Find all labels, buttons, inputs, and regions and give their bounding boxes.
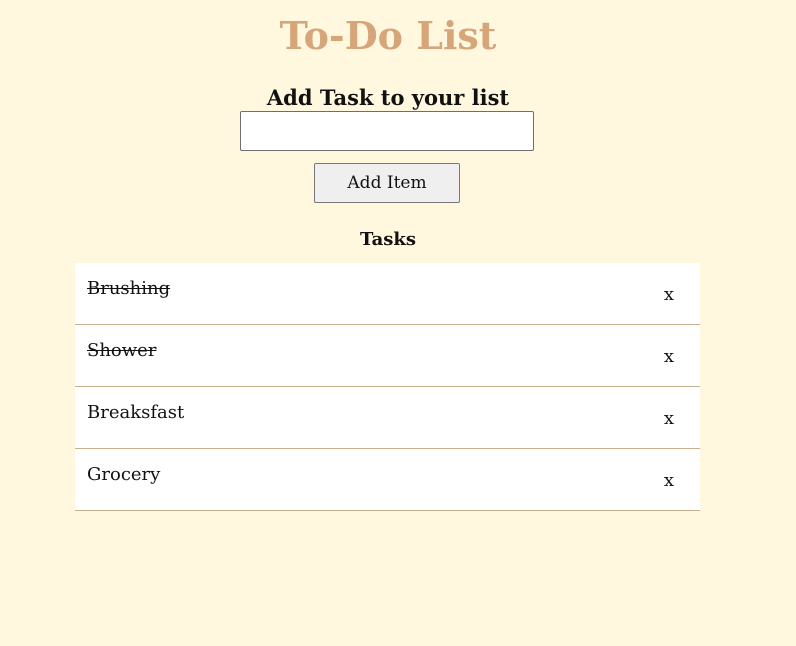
task-item[interactable]: Breaksfast x bbox=[75, 387, 700, 449]
task-input[interactable] bbox=[240, 111, 534, 151]
tasks-heading: Tasks bbox=[359, 229, 417, 250]
todo-app: To-Do List Add Task to your list Add Ite… bbox=[0, 0, 796, 646]
delete-task-button[interactable]: x bbox=[664, 407, 674, 431]
task-item[interactable]: Grocery x bbox=[75, 449, 700, 511]
task-label[interactable]: Brushing bbox=[87, 277, 170, 301]
page-title: To-Do List bbox=[279, 13, 497, 58]
delete-task-button[interactable]: x bbox=[664, 283, 674, 307]
task-item[interactable]: Shower x bbox=[75, 325, 700, 387]
task-label[interactable]: Shower bbox=[87, 339, 156, 363]
task-list: Brushing x Shower x Breaksfast x Grocery… bbox=[75, 263, 700, 511]
delete-task-button[interactable]: x bbox=[664, 469, 674, 493]
task-label[interactable]: Breaksfast bbox=[87, 401, 184, 425]
task-item[interactable]: Brushing x bbox=[75, 263, 700, 325]
task-label[interactable]: Grocery bbox=[87, 463, 160, 487]
add-item-button[interactable]: Add Item bbox=[314, 163, 460, 203]
add-task-heading: Add Task to your list bbox=[266, 85, 510, 110]
delete-task-button[interactable]: x bbox=[664, 345, 674, 369]
